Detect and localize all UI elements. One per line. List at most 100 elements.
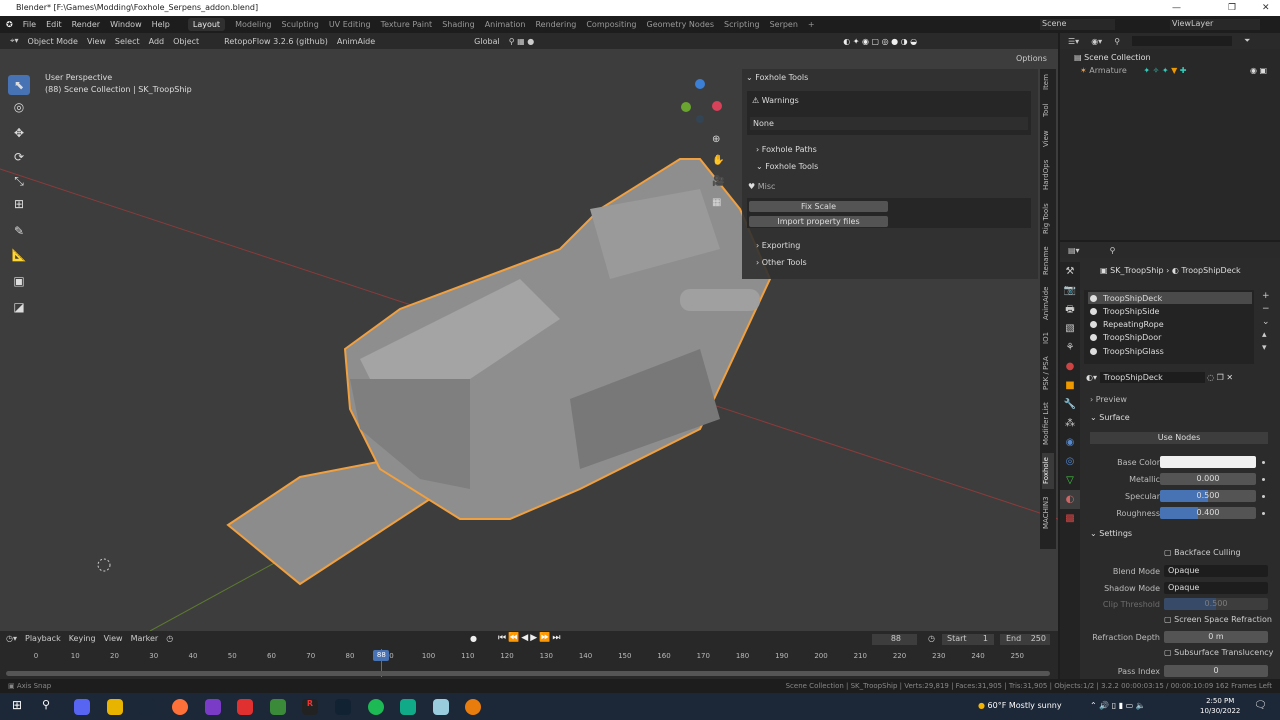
select-tool-icon[interactable]: ⬉ xyxy=(8,75,30,95)
tab-io1[interactable]: IO1 xyxy=(1042,327,1054,349)
tab-item[interactable]: Item xyxy=(1042,71,1054,93)
tab-animation[interactable]: Animation xyxy=(485,20,526,29)
grid-icon[interactable]: ▦ xyxy=(712,192,724,213)
material-slot-troopshipside[interactable]: TroopShipSide xyxy=(1088,305,1252,318)
roughness-slider[interactable]: 0.400 xyxy=(1160,507,1256,519)
fix-scale-button[interactable]: Fix Scale xyxy=(749,201,888,212)
object-tab-icon[interactable]: ■ xyxy=(1060,376,1080,395)
specular-slider[interactable]: 0.500 xyxy=(1160,490,1256,502)
view-layer-selector[interactable]: ViewLayer xyxy=(1170,19,1260,30)
world-tab-icon[interactable]: ● xyxy=(1060,357,1080,376)
menu-edit[interactable]: Edit xyxy=(46,20,62,29)
clock[interactable]: 2:50 PM 10/30/2022 xyxy=(1200,696,1240,716)
tab-modifier-list[interactable]: Modifier List xyxy=(1042,399,1054,449)
tab-view[interactable]: View xyxy=(1042,127,1054,151)
scene-collection-row[interactable]: ▤ Scene Collection xyxy=(1074,53,1151,62)
tab-layout[interactable]: Layout xyxy=(187,18,226,31)
visibility-eye-icon[interactable]: ◉ ▣ xyxy=(1250,66,1267,75)
use-nodes-button[interactable]: Use Nodes xyxy=(1090,432,1268,444)
tab-scripting[interactable]: Scripting xyxy=(724,20,760,29)
app-red-icon[interactable] xyxy=(237,699,253,715)
editor-type-icon[interactable]: ▤▾ xyxy=(1068,246,1080,255)
select-menu[interactable]: Select xyxy=(115,37,140,46)
terminal-icon[interactable] xyxy=(335,699,351,715)
pan-hand-icon[interactable]: ✋ xyxy=(712,150,724,171)
weather-widget[interactable]: ● 60°F Mostly sunny xyxy=(978,701,1062,710)
funnel-filter-icon[interactable]: ⏷ xyxy=(1244,36,1250,46)
exporting-subpanel[interactable]: › Exporting xyxy=(756,241,800,250)
surface-panel[interactable]: ⌄ Surface xyxy=(1090,413,1130,422)
discord-icon[interactable] xyxy=(74,699,90,715)
tab-animaide[interactable]: AnimAide xyxy=(1042,283,1054,323)
add-workspace-button[interactable]: + xyxy=(808,20,815,29)
scene-tab-icon[interactable]: ⚘ xyxy=(1060,338,1080,357)
data-tab-icon[interactable]: ▽ xyxy=(1060,471,1080,490)
material-slot-troopshipdoor[interactable]: TroopShipDoor xyxy=(1088,331,1252,344)
tab-compositing[interactable]: Compositing xyxy=(586,20,636,29)
output-tab-icon[interactable]: 🖶 xyxy=(1060,300,1080,319)
excel-icon[interactable] xyxy=(270,699,286,715)
tool-tab-icon[interactable]: ⚒ xyxy=(1060,262,1080,281)
shadow-mode-dropdown[interactable]: Opaque xyxy=(1164,582,1268,594)
menu-file[interactable]: File xyxy=(23,20,36,29)
material-tab-icon[interactable]: ◐ xyxy=(1060,490,1080,509)
tab-sculpting[interactable]: Sculpting xyxy=(281,20,318,29)
tab-tool[interactable]: Tool xyxy=(1042,99,1054,121)
restore-button[interactable]: ❐ xyxy=(1228,0,1236,16)
view-menu[interactable]: View xyxy=(87,37,106,46)
material-slot-troopshipglass[interactable]: TroopShipGlass xyxy=(1088,345,1252,358)
physics-tab-icon[interactable]: ◉ xyxy=(1060,433,1080,452)
search-icon[interactable]: ⚲ xyxy=(1114,37,1120,46)
material-name-field[interactable]: TroopShipDeck xyxy=(1099,372,1205,383)
scene-selector[interactable]: Scene xyxy=(1040,19,1115,30)
blend-mode-dropdown[interactable]: Opaque xyxy=(1164,565,1268,577)
menu-window[interactable]: Window xyxy=(110,20,142,29)
file-explorer-icon[interactable] xyxy=(107,699,123,715)
tab-foxhole[interactable]: Foxhole xyxy=(1042,453,1054,489)
editor-type-icon[interactable]: ⌖▾ xyxy=(10,36,19,46)
timeline-scrollbar[interactable] xyxy=(6,671,1050,676)
menu-render[interactable]: Render xyxy=(72,20,100,29)
search-input[interactable] xyxy=(1132,36,1233,46)
view-layer-tab-icon[interactable]: ▧ xyxy=(1060,319,1080,338)
tab-rendering[interactable]: Rendering xyxy=(535,20,576,29)
foxhole-tools-subpanel[interactable]: ⌄ Foxhole Tools xyxy=(756,162,818,171)
texture-tab-icon[interactable]: ▩ xyxy=(1060,509,1080,528)
object-mode-dropdown[interactable]: Object Mode xyxy=(28,37,78,46)
slot-buttons[interactable]: + − ⌄ ▴ ▾ xyxy=(1262,290,1270,355)
filter-icon[interactable]: ◉▾ xyxy=(1091,37,1102,46)
metallic-slider[interactable]: 0.000 xyxy=(1160,473,1256,485)
pass-index-field[interactable]: 0 xyxy=(1164,665,1268,677)
measure-tool-icon[interactable]: 📐 xyxy=(8,245,30,265)
base-color-swatch[interactable] xyxy=(1160,456,1256,468)
cursor-tool-icon[interactable]: ◎ xyxy=(8,97,30,117)
timeline[interactable]: ◷▾ Playback Keying View Marker ◷ ● ⏮⏪◀▶⏩… xyxy=(0,631,1058,679)
minimize-button[interactable]: — xyxy=(1172,0,1181,16)
foxhole-paths-subpanel[interactable]: › Foxhole Paths xyxy=(756,145,817,154)
other-tools-subpanel[interactable]: › Other Tools xyxy=(756,258,807,267)
app-icon[interactable] xyxy=(205,699,221,715)
tab-uv-editing[interactable]: UV Editing xyxy=(329,20,371,29)
app-green-icon[interactable] xyxy=(400,699,416,715)
outliner-item-armature[interactable]: ✶ Armature ✦ ✧ ✦ ▼ ✚ xyxy=(1080,66,1187,75)
tab-hardops[interactable]: HardOps xyxy=(1042,157,1054,193)
tab-psk-psa[interactable]: PSK / PSA xyxy=(1042,353,1054,393)
spotify-icon[interactable] xyxy=(368,699,384,715)
animaide-menu[interactable]: AnimAide xyxy=(337,37,375,46)
material-slot-troopshipdeck[interactable]: TroopShipDeck xyxy=(1088,292,1252,305)
blender-logo-icon[interactable]: ✪ xyxy=(6,20,13,29)
blender-taskbar-icon[interactable] xyxy=(465,699,481,715)
material-actions[interactable]: ◌ ❐ ✕ xyxy=(1207,373,1233,382)
tab-geometry-nodes[interactable]: Geometry Nodes xyxy=(647,20,714,29)
app-light-icon[interactable] xyxy=(433,699,449,715)
props-search-icon[interactable]: ⚲ xyxy=(1110,246,1116,255)
steam-icon[interactable] xyxy=(139,699,155,715)
import-property-files-button[interactable]: Import property files xyxy=(749,216,888,227)
snap-icon[interactable]: ⚲ ▦ ● xyxy=(509,37,534,46)
tab-texture-paint[interactable]: Texture Paint xyxy=(381,20,433,29)
tab-rename[interactable]: Rename xyxy=(1042,244,1054,278)
move-tool-icon[interactable]: ✥ xyxy=(8,123,30,143)
notifications-icon[interactable]: 🗨 xyxy=(1254,700,1267,711)
custom-tool-icon[interactable]: ◪ xyxy=(8,297,30,317)
shading-modes[interactable]: ◐ ✦ ◉ ▢ ◎ ● ◑ ◒ xyxy=(843,37,917,46)
